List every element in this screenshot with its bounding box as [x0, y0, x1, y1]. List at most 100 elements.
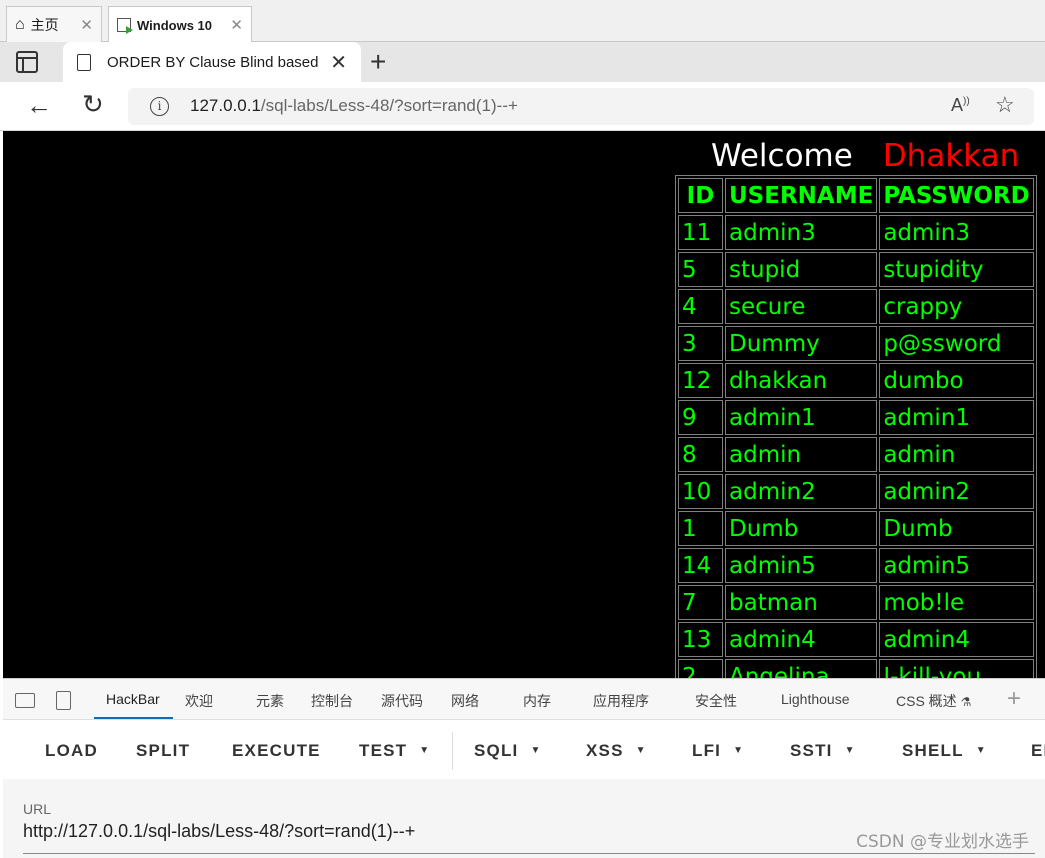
tab-css-overview[interactable]: CSS 概述 ⚗	[896, 691, 971, 711]
url-host: 127.0.0.1	[190, 96, 261, 115]
caret-down-icon: ▼	[530, 745, 542, 756]
cell-username: Dummy	[725, 326, 878, 361]
hackbar-url-field[interactable]: http://127.0.0.1/sql-labs/Less-48/?sort=…	[23, 821, 415, 842]
xss-label: XSS	[586, 741, 624, 760]
cell-id: 4	[678, 289, 723, 324]
cell-id: 3	[678, 326, 723, 361]
url-field-underline	[23, 853, 1035, 854]
tab-welcome[interactable]: 欢迎	[185, 691, 213, 711]
cell-password: admin3	[879, 215, 1034, 250]
sqli-dropdown[interactable]: SQLI ▼	[474, 741, 542, 761]
header-password: PASSWORD	[879, 178, 1034, 213]
hackbar-toolbar: LOAD SPLIT EXECUTE TEST ▼ SQLI ▼ XSS ▼ LFI ▼…	[3, 721, 1045, 779]
table-row: 5 stupid stupidity	[678, 252, 1034, 287]
caret-down-icon: ▼	[635, 745, 647, 756]
cell-id: 8	[678, 437, 723, 472]
cell-password: admin	[879, 437, 1034, 472]
vm-tab-windows-label: Windows 10	[137, 17, 213, 33]
cell-id: 13	[678, 622, 723, 657]
split-button[interactable]: SPLIT	[136, 741, 190, 761]
encoding-dropdown[interactable]: EN	[1031, 741, 1045, 761]
tab-sources[interactable]: 源代码	[381, 691, 423, 711]
cell-id: 5	[678, 252, 723, 287]
lfi-label: LFI	[692, 741, 722, 760]
cell-username: Angelina	[725, 659, 878, 678]
ssti-dropdown[interactable]: SSTI ▼	[790, 741, 856, 761]
refresh-icon[interactable]: ↻	[82, 89, 104, 120]
close-icon[interactable]: ✕	[230, 16, 243, 34]
lfi-dropdown[interactable]: LFI ▼	[692, 741, 744, 761]
cell-id: 9	[678, 400, 723, 435]
cell-id: 14	[678, 548, 723, 583]
cell-username: batman	[725, 585, 878, 620]
tab-network[interactable]: 网络	[451, 691, 479, 711]
cell-password: admin4	[879, 622, 1034, 657]
browser-tab-bar: ORDER BY Clause Blind based ✕ +	[0, 42, 1045, 82]
tab-security[interactable]: 安全性	[695, 691, 737, 711]
add-tab-icon[interactable]: +	[1007, 685, 1021, 713]
vm-tab-strip: ⌂ 主页 ✕ Windows 10 ✕	[0, 0, 1045, 43]
cell-password: admin2	[879, 474, 1034, 509]
read-aloud-icon[interactable]: A))	[951, 95, 970, 116]
cell-id: 7	[678, 585, 723, 620]
url-input[interactable]: i 127.0.0.1/sql-labs/Less-48/?sort=rand(…	[128, 88, 1034, 125]
cell-username: admin4	[725, 622, 878, 657]
header-id: ID	[678, 178, 723, 213]
sqli-label: SQLI	[474, 741, 519, 760]
table-row: 2 Angelina I-kill-you	[678, 659, 1034, 678]
inspect-element-icon[interactable]	[15, 693, 35, 708]
shell-dropdown[interactable]: SHELL ▼	[902, 741, 987, 761]
execute-button[interactable]: EXECUTE	[232, 741, 321, 761]
tab-css-overview-label: CSS 概述	[896, 693, 957, 709]
ssti-label: SSTI	[790, 741, 833, 760]
tab-elements[interactable]: 元素	[256, 691, 284, 711]
tab-actions-icon[interactable]	[16, 51, 38, 73]
close-icon[interactable]: ✕	[80, 16, 93, 34]
cell-password: Dumb	[879, 511, 1034, 546]
load-button[interactable]: LOAD	[45, 741, 98, 761]
vm-tab-windows[interactable]: Windows 10 ✕	[108, 6, 252, 43]
caret-down-icon: ▼	[419, 745, 431, 756]
tab-title: ORDER BY Clause Blind based	[107, 53, 319, 71]
table-row: 7 batman mob!le	[678, 585, 1034, 620]
test-label: TEST	[359, 741, 408, 760]
favorite-add-icon[interactable]: ☆	[995, 92, 1015, 118]
new-tab-icon[interactable]: +	[370, 46, 386, 78]
toolbar-divider	[452, 732, 453, 770]
info-icon[interactable]: i	[150, 97, 169, 116]
url-text[interactable]: 127.0.0.1/sql-labs/Less-48/?sort=rand(1)…	[190, 96, 518, 116]
back-arrow-icon[interactable]: ←	[26, 90, 52, 121]
device-emulation-icon[interactable]	[56, 691, 71, 710]
vm-tab-home[interactable]: ⌂ 主页 ✕	[6, 6, 102, 42]
tab-memory[interactable]: 内存	[523, 691, 551, 711]
welcome-name: Dhakkan	[882, 138, 1020, 174]
caret-down-icon: ▼	[975, 745, 987, 756]
tab-lighthouse[interactable]: Lighthouse	[781, 691, 850, 707]
cell-id: 12	[678, 363, 723, 398]
vm-icon	[117, 18, 133, 34]
active-tab-indicator	[94, 717, 173, 719]
address-bar: ← ↻ i 127.0.0.1/sql-labs/Less-48/?sort=r…	[0, 82, 1045, 131]
flask-icon: ⚗	[960, 695, 972, 709]
cell-username: secure	[725, 289, 878, 324]
tab-application[interactable]: 应用程序	[593, 691, 649, 711]
table-row: 3 Dummy p@ssword	[678, 326, 1034, 361]
cell-password: p@ssword	[879, 326, 1034, 361]
test-dropdown[interactable]: TEST ▼	[359, 741, 430, 761]
home-icon: ⌂	[15, 15, 25, 33]
table-row: 1 Dumb Dumb	[678, 511, 1034, 546]
table-row: 8 admin admin	[678, 437, 1034, 472]
close-tab-icon[interactable]: ✕	[330, 50, 347, 75]
tab-console[interactable]: 控制台	[311, 691, 353, 711]
cell-username: admin2	[725, 474, 878, 509]
cell-password: mob!le	[879, 585, 1034, 620]
table-row: 11 admin3 admin3	[678, 215, 1034, 250]
table-row: 4 secure crappy	[678, 289, 1034, 324]
cell-id: 1	[678, 511, 723, 546]
url-path: /sql-labs/Less-48/?sort=rand(1)--+	[260, 96, 518, 115]
browser-tab-active[interactable]: ORDER BY Clause Blind based ✕	[63, 42, 361, 82]
cell-id: 11	[678, 215, 723, 250]
xss-dropdown[interactable]: XSS ▼	[586, 741, 647, 761]
tab-hackbar[interactable]: HackBar	[106, 691, 160, 707]
cell-password: admin1	[879, 400, 1034, 435]
